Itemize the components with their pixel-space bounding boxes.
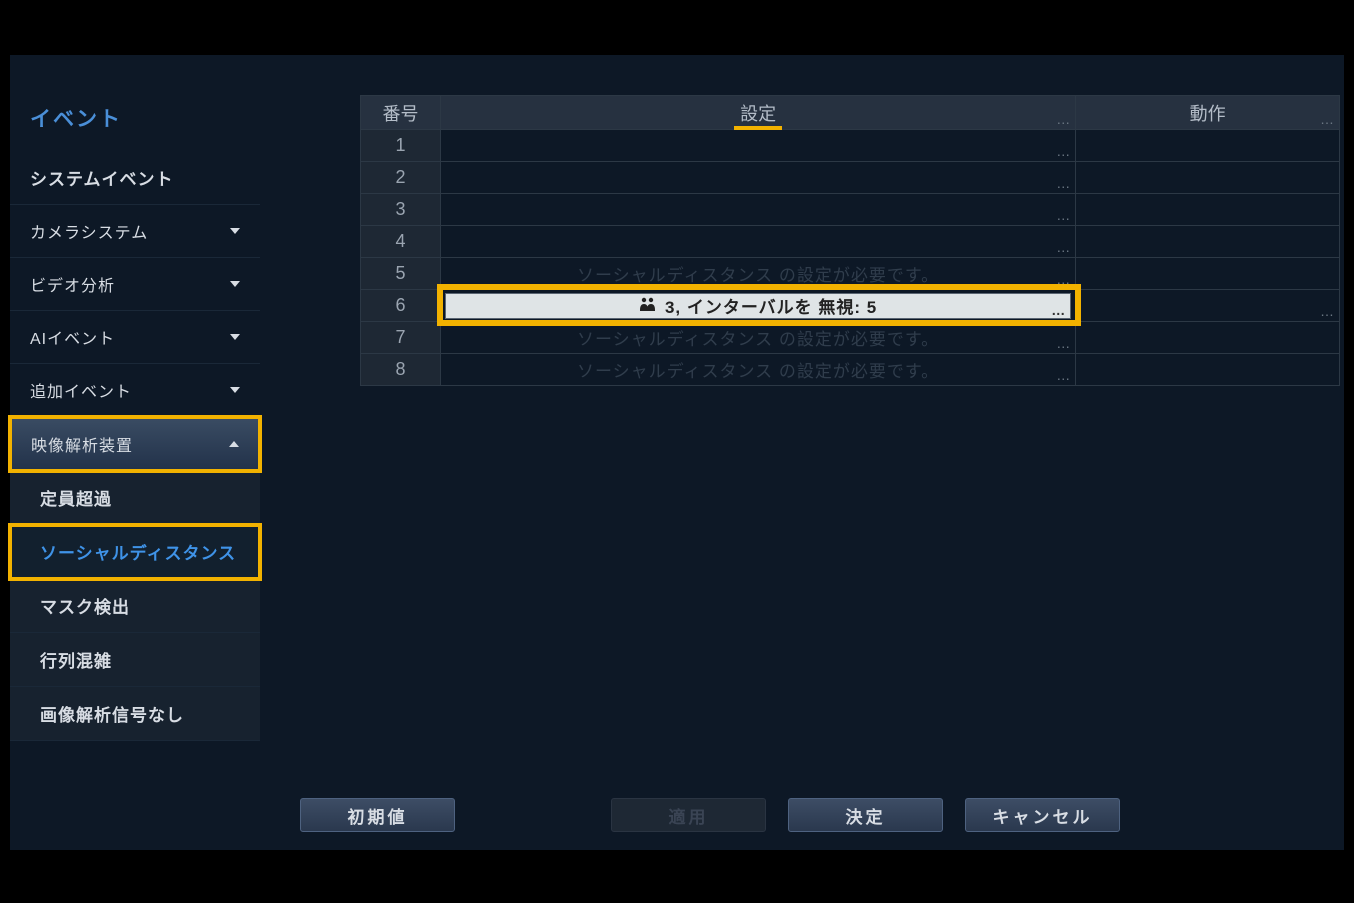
sidebar-sub-social-distance[interactable]: ソーシャルディスタンス bbox=[10, 525, 260, 579]
ok-button[interactable]: 決定 bbox=[788, 798, 943, 832]
button-bar: 初期値 適用 決定 キャンセル bbox=[300, 798, 1120, 832]
settings-table: 番号 設定 … 動作 … 1 … bbox=[360, 95, 1340, 386]
row-number: 5 bbox=[361, 258, 441, 290]
row-number: 8 bbox=[361, 354, 441, 386]
row-number: 3 bbox=[361, 194, 441, 226]
row-action-cell[interactable] bbox=[1076, 322, 1340, 354]
row-setting-cell[interactable]: ソーシャルディスタンス の設定が必要です。 … bbox=[440, 322, 1075, 354]
ellipsis-icon: … bbox=[1056, 271, 1069, 287]
sidebar-item-label: AIイベント bbox=[30, 325, 115, 349]
table-row[interactable]: 1 … bbox=[361, 130, 1340, 162]
row-action-cell[interactable] bbox=[1076, 130, 1340, 162]
table-row[interactable]: 6 3 bbox=[361, 290, 1340, 322]
chevron-down-icon bbox=[230, 387, 240, 393]
sidebar-sub-label: 定員超過 bbox=[40, 490, 112, 509]
table-body: 1 … 2 … 3 … 4 … bbox=[361, 130, 1340, 386]
ellipsis-icon: … bbox=[1056, 335, 1069, 351]
chevron-up-icon bbox=[229, 441, 239, 447]
row-setting-cell[interactable]: … bbox=[440, 130, 1075, 162]
row-setting-text: ソーシャルディスタンス の設定が必要です。 bbox=[577, 266, 939, 285]
ellipsis-icon: … bbox=[1056, 143, 1069, 159]
ellipsis-icon: … bbox=[1056, 367, 1069, 383]
sidebar-sub-label: ソーシャルディスタンス bbox=[40, 544, 236, 563]
col-header-action-label: 動作 bbox=[1190, 104, 1226, 124]
setting-field-selected[interactable]: 3, インターバルを 無視: 5 … bbox=[445, 293, 1071, 319]
row-setting-cell[interactable]: ソーシャルディスタンス の設定が必要です。 … bbox=[440, 258, 1075, 290]
row-number: 1 bbox=[361, 130, 441, 162]
ellipsis-icon: … bbox=[1051, 302, 1064, 318]
row-setting-cell[interactable]: 3, インターバルを 無視: 5 … bbox=[440, 290, 1075, 322]
sidebar-item-label: カメラシステム bbox=[30, 219, 148, 243]
row-action-cell[interactable] bbox=[1076, 354, 1340, 386]
sidebar: イベント システムイベント カメラシステム ビデオ分析 AIイベント 追加イベン… bbox=[10, 55, 260, 850]
sidebar-item-system-event[interactable]: システムイベント bbox=[10, 151, 260, 205]
col-header-setting-label: 設定 bbox=[740, 104, 776, 124]
apply-button[interactable]: 適用 bbox=[611, 798, 766, 832]
sidebar-item-label: システムイベント bbox=[30, 165, 174, 190]
sidebar-item-video-analyzer[interactable]: 映像解析装置 bbox=[10, 417, 260, 471]
sidebar-item-additional-event[interactable]: 追加イベント bbox=[10, 364, 260, 417]
row-setting-text: ソーシャルディスタンス の設定が必要です。 bbox=[577, 330, 939, 349]
ellipsis-icon: … bbox=[1320, 303, 1333, 319]
sidebar-item-label: 追加イベント bbox=[30, 378, 132, 402]
row-setting-text: ソーシャルディスタンス の設定が必要です。 bbox=[577, 362, 939, 381]
col-header-setting[interactable]: 設定 … bbox=[440, 96, 1075, 130]
row-setting-cell[interactable]: … bbox=[440, 162, 1075, 194]
app-window: イベント システムイベント カメラシステム ビデオ分析 AIイベント 追加イベン… bbox=[10, 55, 1344, 850]
row-action-cell[interactable] bbox=[1076, 258, 1340, 290]
table-row[interactable]: 4 … bbox=[361, 226, 1340, 258]
row-action-cell[interactable] bbox=[1076, 226, 1340, 258]
table-row[interactable]: 3 … bbox=[361, 194, 1340, 226]
sidebar-item-label: 映像解析装置 bbox=[31, 432, 133, 456]
ellipsis-icon: … bbox=[1056, 175, 1069, 191]
people-icon bbox=[639, 297, 657, 315]
row-setting-cell[interactable]: … bbox=[440, 226, 1075, 258]
col-header-action[interactable]: 動作 … bbox=[1076, 96, 1340, 130]
sidebar-sub-label: 画像解析信号なし bbox=[40, 706, 184, 725]
cancel-button[interactable]: キャンセル bbox=[965, 798, 1120, 832]
sidebar-sub-label: 行列混雑 bbox=[40, 652, 112, 671]
row-number: 7 bbox=[361, 322, 441, 354]
chevron-down-icon bbox=[230, 281, 240, 287]
sidebar-title: イベント bbox=[10, 95, 260, 151]
reset-button[interactable]: 初期値 bbox=[300, 798, 455, 832]
spacer bbox=[477, 798, 589, 832]
sidebar-sub-queue[interactable]: 行列混雑 bbox=[10, 633, 260, 687]
row-action-cell[interactable] bbox=[1076, 194, 1340, 226]
table-header-row: 番号 設定 … 動作 … bbox=[361, 96, 1340, 130]
table-row[interactable]: 5 ソーシャルディスタンス の設定が必要です。 … bbox=[361, 258, 1340, 290]
sidebar-item-ai-event[interactable]: AIイベント bbox=[10, 311, 260, 364]
sidebar-item-label: ビデオ分析 bbox=[30, 272, 115, 296]
sidebar-item-video-analysis[interactable]: ビデオ分析 bbox=[10, 258, 260, 311]
sidebar-sub-label: マスク検出 bbox=[40, 598, 130, 617]
table-row[interactable]: 7 ソーシャルディスタンス の設定が必要です。 … bbox=[361, 322, 1340, 354]
row-setting-cell[interactable]: … bbox=[440, 194, 1075, 226]
setting-field-text: 3, インターバルを 無視: 5 bbox=[665, 293, 877, 318]
sidebar-sub-capacity[interactable]: 定員超過 bbox=[10, 471, 260, 525]
col-header-number[interactable]: 番号 bbox=[361, 96, 441, 130]
row-number: 4 bbox=[361, 226, 441, 258]
chevron-down-icon bbox=[230, 334, 240, 340]
ellipsis-icon: … bbox=[1056, 207, 1069, 223]
ellipsis-icon: … bbox=[1056, 111, 1069, 127]
sidebar-sub-mask-detect[interactable]: マスク検出 bbox=[10, 579, 260, 633]
content-area: 番号 設定 … 動作 … 1 … bbox=[260, 55, 1344, 850]
ellipsis-icon: … bbox=[1056, 239, 1069, 255]
row-number: 2 bbox=[361, 162, 441, 194]
row-action-cell[interactable]: … bbox=[1076, 290, 1340, 322]
row-number: 6 bbox=[361, 290, 441, 322]
row-setting-cell[interactable]: ソーシャルディスタンス の設定が必要です。 … bbox=[440, 354, 1075, 386]
row-action-cell[interactable] bbox=[1076, 162, 1340, 194]
sidebar-item-camera-system[interactable]: カメラシステム bbox=[10, 205, 260, 258]
ellipsis-icon: … bbox=[1320, 111, 1333, 127]
table-row[interactable]: 8 ソーシャルディスタンス の設定が必要です。 … bbox=[361, 354, 1340, 386]
chevron-down-icon bbox=[230, 228, 240, 234]
table-row[interactable]: 2 … bbox=[361, 162, 1340, 194]
sidebar-sub-no-signal[interactable]: 画像解析信号なし bbox=[10, 687, 260, 741]
